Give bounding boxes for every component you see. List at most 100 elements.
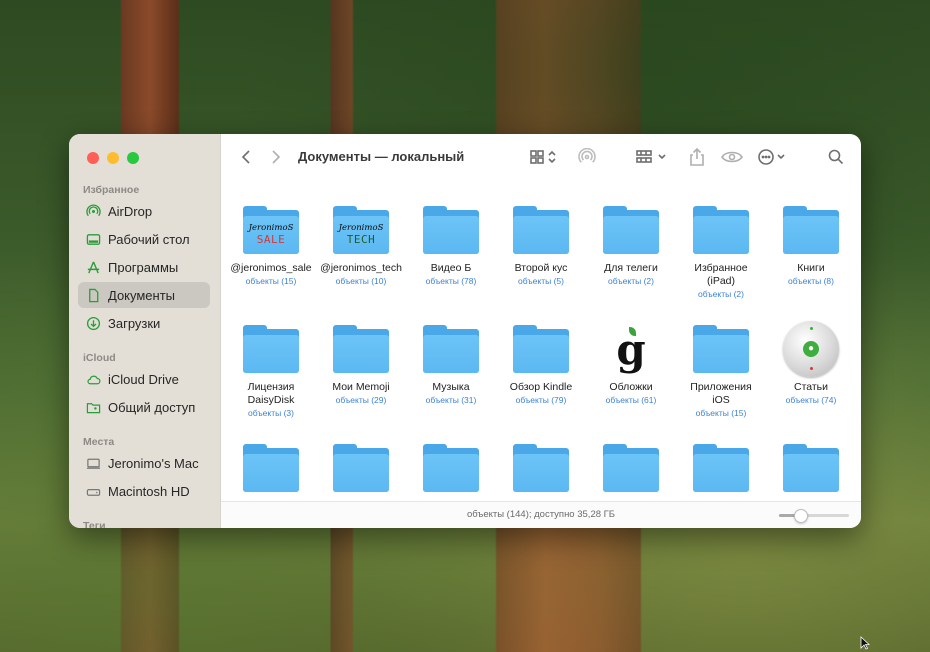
file-name: Музыка [432, 381, 470, 393]
shared-folder-icon [85, 399, 101, 415]
file-item[interactable]: Для телеги объекты (2) [586, 206, 676, 286]
sidebar-section-locations: Места [83, 436, 115, 448]
file-item[interactable]: Музыка объекты (31) [406, 325, 496, 405]
file-item[interactable] [406, 444, 496, 492]
close-button[interactable] [87, 152, 99, 164]
file-count: объекты (29) [335, 395, 387, 405]
file-name: Избранное (iPad) [694, 262, 748, 287]
folder-icon [333, 444, 389, 492]
folder-icon [513, 206, 569, 254]
folder-icon [423, 325, 479, 373]
file-item[interactable]: Приложения iOS объекты (15) [676, 325, 766, 418]
sidebar-section-favorites: Избранное [83, 184, 140, 196]
view-mode-button[interactable] [529, 147, 561, 167]
sidebar: Избранное AirDrop Рабочий стол Программы… [69, 134, 221, 528]
slider-knob[interactable] [794, 509, 808, 523]
file-item[interactable] [766, 444, 856, 492]
folder-icon [783, 444, 839, 492]
file-name: Второй кус [514, 262, 568, 274]
airdrop-share-button[interactable] [577, 147, 597, 167]
sidebar-item-downloads[interactable]: Загрузки [78, 310, 210, 336]
desktop-icon [85, 231, 101, 247]
toolbar: Документы — локальный [221, 134, 861, 180]
sidebar-item-label: Macintosh HD [108, 483, 190, 499]
folder-icon [693, 206, 749, 254]
cloud-icon [85, 371, 101, 387]
grid-view-icon [530, 150, 556, 164]
file-item[interactable]: JeronimoS TECH @jeronimos_tech объекты (1… [316, 206, 406, 286]
icon-size-slider[interactable] [779, 509, 849, 523]
chevron-left-icon [241, 150, 250, 164]
goodreads-g-icon: g [616, 324, 646, 374]
folder-icon [513, 444, 569, 492]
file-count: объекты (15) [695, 408, 747, 418]
file-item[interactable]: Книги объекты (8) [766, 206, 856, 286]
sidebar-item-label: Рабочий стол [108, 231, 190, 247]
file-grid: JeronimoS SALE @jeronimos_sale объекты (1… [221, 196, 861, 496]
file-item[interactable] [676, 444, 766, 492]
file-item[interactable]: Второй кус объекты (5) [496, 206, 586, 286]
file-name: Статьи [793, 381, 829, 393]
share-button[interactable] [689, 147, 705, 167]
sidebar-item-shared[interactable]: Общий доступ [78, 394, 210, 420]
file-count: объекты (61) [605, 395, 657, 405]
zoom-button[interactable] [127, 152, 139, 164]
mouse-cursor-icon [860, 636, 870, 650]
file-name: @jeronimos_tech [320, 262, 402, 274]
file-count: объекты (31) [425, 395, 477, 405]
file-count: объекты (79) [515, 395, 567, 405]
folder-icon [243, 325, 299, 373]
file-item[interactable]: Видео Б объекты (78) [406, 206, 496, 286]
file-name: Приложения iOS [690, 381, 752, 406]
back-button[interactable] [239, 147, 253, 167]
search-button[interactable] [827, 147, 845, 167]
folder-icon [693, 325, 749, 373]
apple-disk-icon: ● [783, 321, 839, 377]
file-item[interactable]: Избранное (iPad) объекты (2) [676, 206, 766, 299]
share-icon [690, 148, 704, 166]
forward-button[interactable] [269, 147, 283, 167]
window-controls [87, 152, 139, 164]
file-item[interactable] [226, 444, 316, 492]
sidebar-item-label: Документы [108, 287, 176, 303]
sidebar-item-label: Общий доступ [108, 399, 196, 415]
file-item[interactable] [496, 444, 586, 492]
file-name: Обзор Kindle [509, 381, 573, 393]
file-count: объекты (10) [335, 276, 387, 286]
sidebar-item-icloud-drive[interactable]: iCloud Drive [78, 366, 210, 392]
file-item[interactable]: Мои Memoji объекты (29) [316, 325, 406, 405]
file-count: объекты (8) [788, 276, 834, 286]
sidebar-item-label: Программы [108, 259, 179, 275]
file-item[interactable]: Обзор Kindle объекты (79) [496, 325, 586, 405]
file-count: объекты (2) [698, 289, 744, 299]
sidebar-item-macintosh-hd[interactable]: Macintosh HD [78, 478, 210, 504]
sidebar-item-airdrop[interactable]: AirDrop [78, 198, 210, 224]
file-name: Книги [797, 262, 825, 274]
window-title: Документы — локальный [298, 149, 465, 164]
sidebar-section-tags: Теги [83, 520, 106, 528]
downloads-icon [85, 315, 101, 331]
sidebar-item-mac[interactable]: Jeronimo's Mac [78, 450, 210, 476]
airdrop-icon [578, 148, 596, 163]
sidebar-item-documents[interactable]: Документы [78, 282, 210, 308]
file-item[interactable] [586, 444, 676, 492]
file-name: Обложки [609, 381, 653, 393]
disk-icon [85, 483, 101, 499]
file-item[interactable]: ● Статьи объекты (74) [766, 321, 856, 405]
file-item[interactable]: Лицензия DaisyDisk объекты (3) [226, 325, 316, 418]
folder-icon [423, 206, 479, 254]
file-item[interactable]: JeronimoS SALE @jeronimos_sale объекты (1… [226, 206, 316, 286]
group-button[interactable] [635, 147, 669, 167]
sidebar-item-label: iCloud Drive [108, 371, 179, 387]
sidebar-item-applications[interactable]: Программы [78, 254, 210, 280]
file-item[interactable]: g Обложки объекты (61) [586, 324, 676, 406]
status-text: объекты (144); доступно 35,28 ГБ [466, 509, 616, 520]
file-count: объекты (74) [785, 395, 837, 405]
airdrop-icon [85, 203, 101, 219]
file-item[interactable] [316, 444, 406, 492]
minimize-button[interactable] [107, 152, 119, 164]
sidebar-item-desktop[interactable]: Рабочий стол [78, 226, 210, 252]
more-actions-button[interactable] [757, 147, 791, 167]
file-name: @jeronimos_sale [230, 262, 312, 274]
quick-look-button[interactable] [721, 147, 743, 167]
